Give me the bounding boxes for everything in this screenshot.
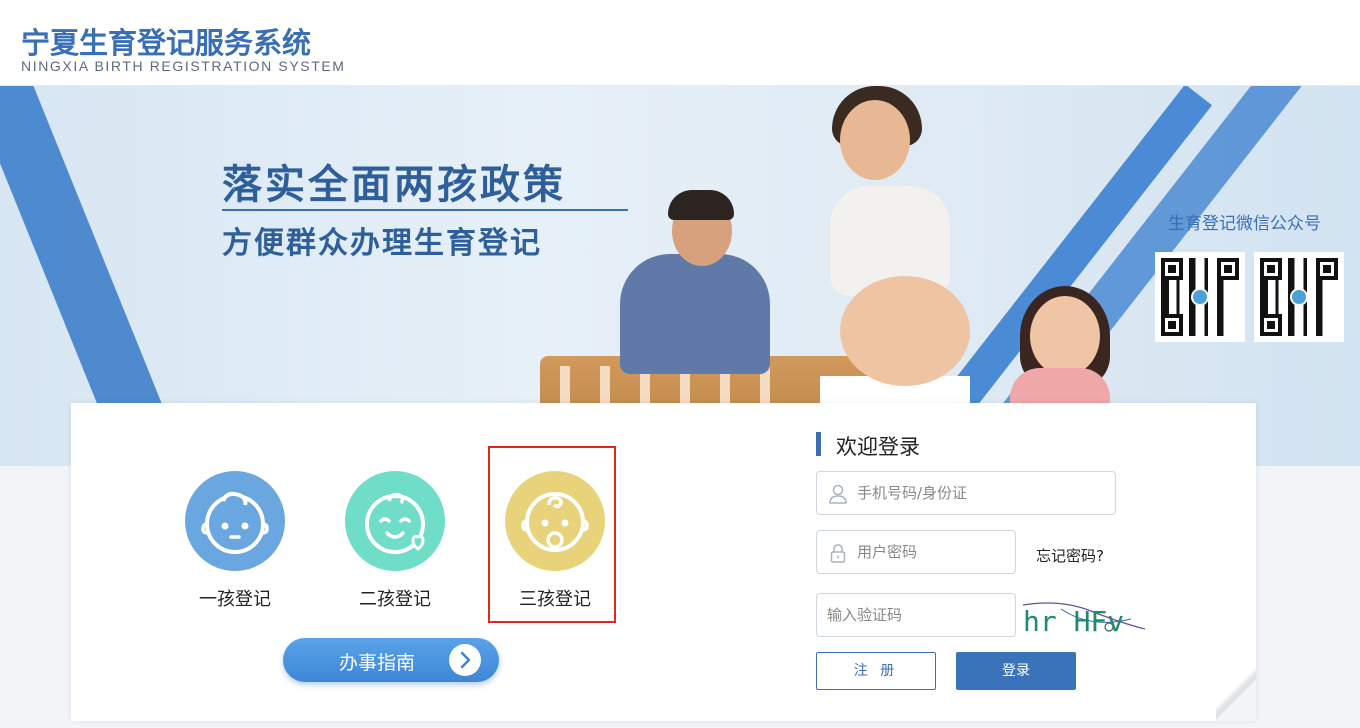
site-header: 宁夏生育登记服务系统 NINGXIA BIRTH REGISTRATION SY… bbox=[0, 0, 1360, 86]
qr-code-pattern bbox=[1161, 258, 1239, 336]
child-head bbox=[1030, 296, 1100, 376]
qr-finder bbox=[1161, 314, 1183, 336]
qr-finder bbox=[1260, 314, 1282, 336]
page-curl-decoration bbox=[1216, 661, 1256, 721]
service-guide-label: 办事指南 bbox=[339, 652, 416, 674]
site-subtitle: NINGXIA BIRTH REGISTRATION SYSTEM bbox=[21, 58, 346, 74]
qr-code bbox=[1254, 252, 1344, 342]
first-child-registration[interactable]: 一孩登记 bbox=[185, 471, 285, 611]
login-title-accent bbox=[816, 432, 821, 456]
wechat-title: 生育登记微信公众号 bbox=[1168, 214, 1321, 234]
captcha-text: hr HFv bbox=[1023, 605, 1124, 635]
password-field[interactable] bbox=[816, 530, 1016, 574]
login-button[interactable]: 登录 bbox=[956, 652, 1076, 690]
site-title: 宁夏生育登记服务系统 bbox=[21, 26, 312, 60]
second-child-registration[interactable]: 二孩登记 bbox=[345, 471, 445, 611]
baby-face-icon bbox=[185, 471, 285, 571]
register-button[interactable]: 注 册 bbox=[816, 652, 936, 690]
baby-heart-icon bbox=[345, 471, 445, 571]
qr-code bbox=[1155, 252, 1245, 342]
captcha-input[interactable] bbox=[817, 594, 1015, 636]
qr-logo-icon bbox=[1290, 288, 1308, 306]
banner-slogan-sub: 方便群众办理生育登记 bbox=[222, 226, 542, 261]
mother-belly bbox=[840, 276, 970, 386]
qr-finder bbox=[1260, 258, 1282, 280]
login-title: 欢迎登录 bbox=[836, 435, 920, 459]
baby-pacifier-icon bbox=[505, 471, 605, 571]
service-guide-button[interactable]: 办事指南 bbox=[283, 638, 499, 682]
registration-label: 二孩登记 bbox=[359, 589, 431, 610]
chevron-right-icon bbox=[449, 644, 481, 676]
qr-finder bbox=[1161, 258, 1183, 280]
third-child-registration[interactable]: 三孩登记 bbox=[505, 471, 605, 611]
phone-id-input[interactable] bbox=[817, 472, 1115, 514]
mother-head bbox=[840, 100, 910, 180]
main-panel: 一孩登记 二孩登记 三孩登记 办事指南 欢迎登录 手机号码/身份证 忘记密码? … bbox=[71, 403, 1256, 721]
father-figure bbox=[620, 254, 770, 374]
qr-code-pattern bbox=[1260, 258, 1338, 336]
captcha-image[interactable]: hr HFv bbox=[1021, 599, 1151, 638]
forgot-password-link[interactable]: 忘记密码? bbox=[1036, 545, 1104, 566]
registration-label: 一孩登记 bbox=[199, 589, 271, 610]
qr-finder bbox=[1316, 258, 1338, 280]
lock-icon bbox=[827, 542, 849, 564]
banner-slogan-main: 落实全面两孩政策 bbox=[222, 161, 566, 208]
qr-finder bbox=[1217, 258, 1239, 280]
phone-id-field[interactable] bbox=[816, 471, 1116, 515]
user-icon bbox=[827, 483, 849, 505]
father-hair bbox=[668, 190, 734, 220]
registration-label: 三孩登记 bbox=[519, 589, 591, 610]
qr-logo-icon bbox=[1191, 288, 1209, 306]
captcha-field[interactable] bbox=[816, 593, 1016, 637]
